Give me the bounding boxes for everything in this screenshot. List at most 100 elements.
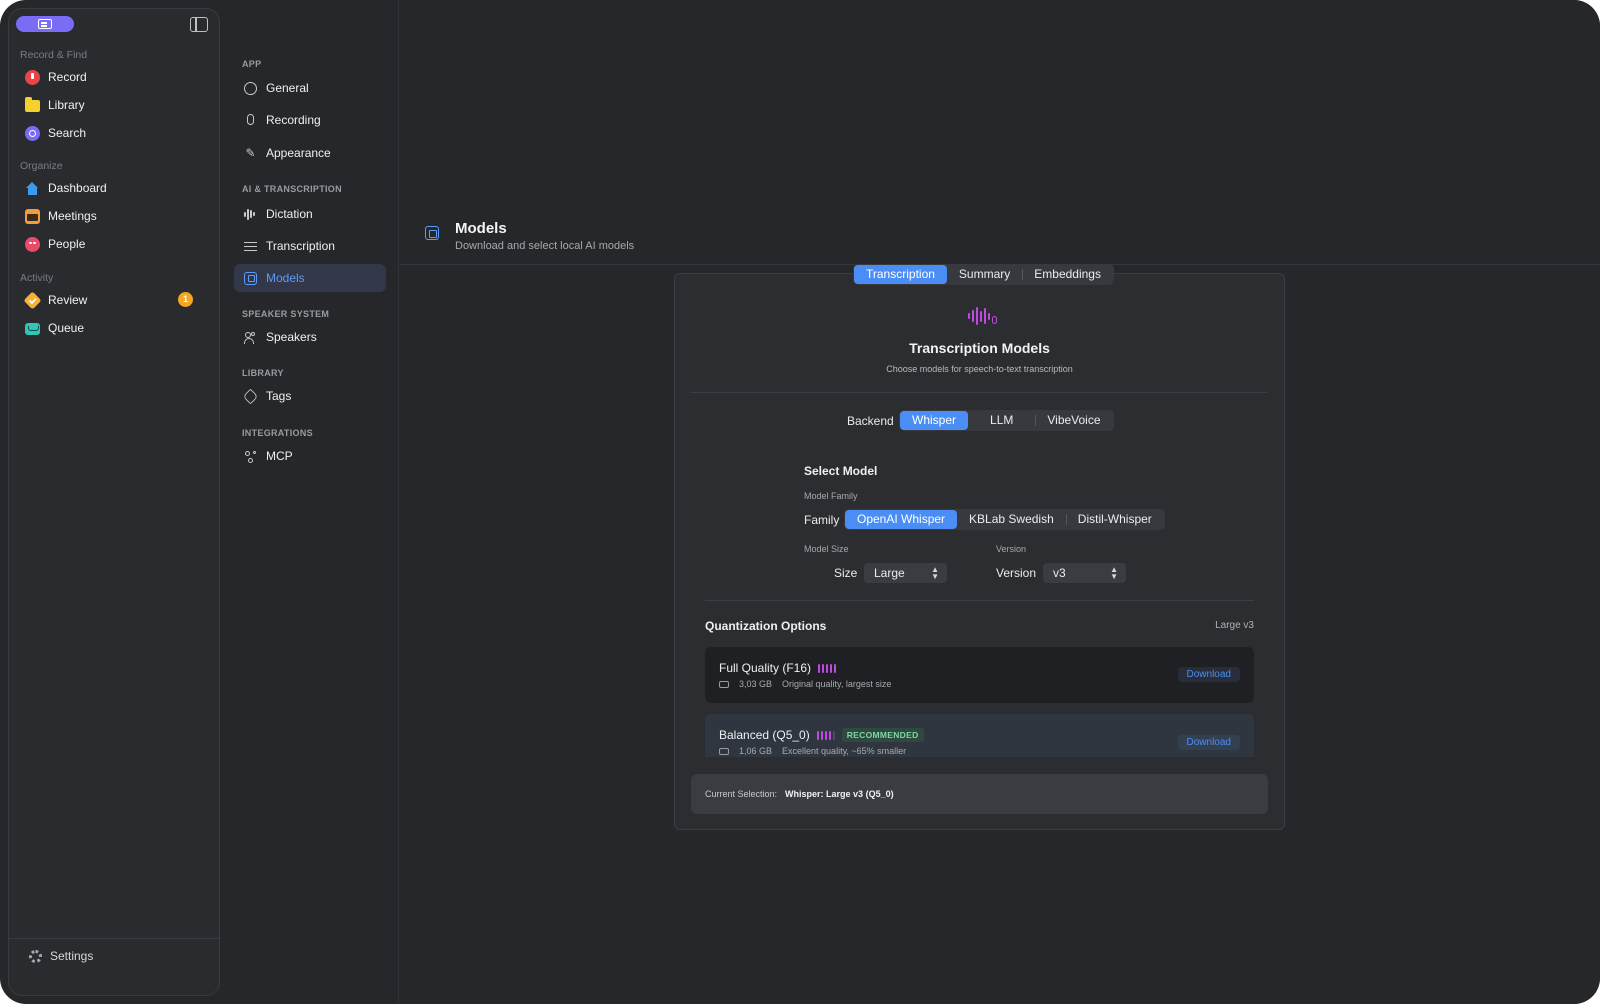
folder-icon xyxy=(25,97,40,112)
backend-option-llm[interactable]: LLM xyxy=(968,411,1035,430)
quant-option-description: Excellent quality, ~65% smaller xyxy=(782,746,907,756)
family-option-distil-whisper[interactable]: Distil-Whisper xyxy=(1065,510,1164,529)
family-label: Family xyxy=(804,513,840,527)
chevron-up-down-icon: ▲ ▼ xyxy=(931,565,939,581)
quant-option-name-row: Balanced (Q5_0) RECOMMENDED xyxy=(719,728,924,742)
review-check-icon xyxy=(23,290,42,310)
sidebar-item-dashboard[interactable]: Dashboard xyxy=(25,177,205,199)
chevron-up-down-icon: ▲ ▼ xyxy=(1110,565,1118,581)
sidebar-item-label: People xyxy=(48,237,86,251)
quality-bars-icon xyxy=(818,663,837,673)
nav-item-appearance[interactable]: ✎ Appearance xyxy=(234,139,386,167)
model-size-caption: Model Size xyxy=(804,544,849,554)
quant-option-name-row: Full Quality (F16) xyxy=(719,661,837,675)
calendar-icon xyxy=(25,208,40,224)
nav-item-tags[interactable]: Tags xyxy=(234,382,386,410)
sidebar-item-label: Meetings xyxy=(48,209,97,223)
chip-icon xyxy=(425,226,439,240)
nav-item-models[interactable]: Models xyxy=(234,264,386,292)
quant-option-meta: 1,06 GB Excellent quality, ~65% smaller xyxy=(719,746,906,756)
sidebar-section-activity: Activity xyxy=(20,272,54,284)
tag-icon xyxy=(242,388,259,404)
nav-item-transcription[interactable]: Transcription xyxy=(234,232,386,260)
family-option-openai-whisper[interactable]: OpenAI Whisper xyxy=(845,510,958,529)
sidebar-item-label: Library xyxy=(48,98,85,112)
sidebar-item-review[interactable]: Review 1 xyxy=(23,289,205,311)
quantization-title: Quantization Options xyxy=(705,619,827,633)
people-icon xyxy=(244,331,257,344)
nav-item-recording[interactable]: Recording xyxy=(234,106,386,134)
sidebar-item-people[interactable]: People xyxy=(25,233,205,255)
quant-option-meta: 3,03 GB Original quality, largest size xyxy=(719,679,891,689)
quant-option-size: 1,06 GB xyxy=(739,746,773,756)
nav-item-general[interactable]: General xyxy=(234,74,386,102)
text-lines-icon xyxy=(244,240,257,253)
gear-icon xyxy=(29,949,42,963)
nav-item-speakers[interactable]: Speakers xyxy=(234,323,386,351)
sidebar-divider xyxy=(9,938,219,939)
sidebar-item-search[interactable]: Search xyxy=(25,122,205,144)
sidebar-item-meetings[interactable]: Meetings xyxy=(25,205,205,227)
people-icon xyxy=(25,236,40,252)
quality-bars-icon xyxy=(816,730,835,740)
sidebar-section-organize: Organize xyxy=(20,160,63,172)
sidebar-item-queue[interactable]: Queue xyxy=(25,317,205,339)
quant-option-name: Balanced (Q5_0) xyxy=(719,728,810,742)
nav-item-label: Appearance xyxy=(266,146,331,160)
select-model-title: Select Model xyxy=(804,464,878,478)
version-label: Version xyxy=(996,566,1037,580)
size-dropdown[interactable]: Large ▲ ▼ xyxy=(864,563,947,583)
nav-item-label: Speakers xyxy=(266,330,317,344)
search-icon xyxy=(25,125,40,141)
tab-embeddings[interactable]: Embeddings xyxy=(1022,265,1113,284)
sidebar-item-label: Review xyxy=(48,293,88,307)
quant-option-card[interactable]: Full Quality (F16) 3,03 GB Original qual… xyxy=(705,647,1254,703)
backend-label: Backend xyxy=(847,414,894,428)
nav-section-speaker-system: SPEAKER SYSTEM xyxy=(242,309,330,319)
main-content: Models Download and select local AI mode… xyxy=(399,0,1600,1004)
sidebar-item-record[interactable]: Record xyxy=(25,66,205,88)
size-label: Size xyxy=(834,566,858,580)
disk-icon xyxy=(719,747,729,755)
version-dropdown[interactable]: v3 ▲ ▼ xyxy=(1043,563,1126,583)
page-header: Models Download and select local AI mode… xyxy=(425,220,634,252)
app-logo-button[interactable] xyxy=(16,16,74,32)
models-panel: Transcription Summary Embeddings Transcr… xyxy=(674,264,1285,830)
backend-option-whisper[interactable]: Whisper xyxy=(900,411,969,430)
current-selection-value: Whisper: Large v3 (Q5_0) xyxy=(785,789,894,799)
nav-item-label: MCP xyxy=(266,449,293,463)
backend-selector: Whisper LLM VibeVoice xyxy=(899,410,1114,431)
settings-button[interactable]: Settings xyxy=(29,949,93,963)
sidebar-item-library[interactable]: Library xyxy=(25,94,205,116)
nav-item-mcp[interactable]: MCP xyxy=(234,442,386,470)
quant-option-description: Original quality, largest size xyxy=(782,679,892,689)
download-button[interactable]: Download xyxy=(1177,735,1240,750)
quantization-selection: Large v3 xyxy=(1215,620,1254,631)
backend-option-vibevoice[interactable]: VibeVoice xyxy=(1035,411,1112,430)
microphone-icon xyxy=(244,113,257,127)
panel-divider xyxy=(691,392,1268,393)
version-value: v3 xyxy=(1053,566,1066,580)
disk-icon xyxy=(719,680,729,688)
size-value: Large xyxy=(874,566,905,580)
chip-icon xyxy=(244,271,257,285)
nav-item-dictation[interactable]: Dictation xyxy=(234,200,386,228)
review-count-badge: 1 xyxy=(178,292,193,307)
download-button[interactable]: Download xyxy=(1177,667,1240,682)
tab-transcription[interactable]: Transcription xyxy=(854,265,947,284)
sidebar: Record & Find Record Library Search Orga… xyxy=(8,8,220,996)
tab-summary[interactable]: Summary xyxy=(947,265,1022,284)
paintbrush-icon: ✎ xyxy=(245,145,256,160)
quant-option-card[interactable]: Balanced (Q5_0) RECOMMENDED 1,06 GB Exce… xyxy=(705,714,1254,757)
model-family-caption: Model Family xyxy=(804,491,858,501)
family-option-kblab-swedish[interactable]: KBLab Swedish xyxy=(957,510,1066,529)
nav-section-app: APP xyxy=(242,59,262,69)
sidebar-item-label: Search xyxy=(48,126,87,140)
general-icon xyxy=(244,81,257,95)
family-selector: OpenAI Whisper KBLab Swedish Distil-Whis… xyxy=(844,509,1165,530)
app-window: Record & Find Record Library Search Orga… xyxy=(0,0,1600,1004)
nav-item-label: Recording xyxy=(266,113,321,127)
sidebar-toggle-icon[interactable] xyxy=(190,17,208,32)
page-subtitle: Download and select local AI models xyxy=(455,240,635,252)
inbox-tray-icon xyxy=(25,323,40,335)
